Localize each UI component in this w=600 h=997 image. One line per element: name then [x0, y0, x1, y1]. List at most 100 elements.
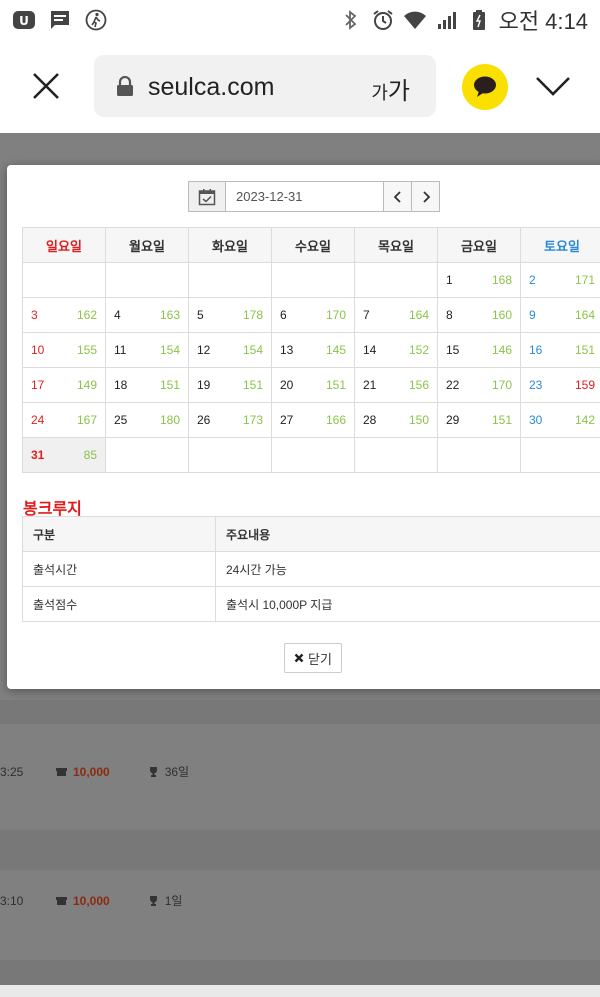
calendar-day[interactable]: 13 145 — [271, 332, 355, 368]
attendance-count: 163 — [159, 308, 180, 322]
lock-icon — [117, 75, 133, 96]
calendar-day[interactable]: 3 162 — [22, 297, 106, 333]
calendar-day[interactable]: 23 159 — [520, 367, 600, 403]
background-row: 3:10 10,000 1일 — [0, 893, 183, 909]
calendar-empty-cell — [188, 437, 272, 473]
kakao-talk-button[interactable] — [462, 64, 508, 110]
day-number: 24 — [31, 413, 45, 427]
address-bar[interactable]: seulca.com 가가 — [94, 55, 436, 117]
day-number: 13 — [280, 343, 294, 357]
attendance-count: 152 — [408, 343, 429, 357]
weekday-header: 일요일 — [22, 227, 106, 263]
gift-icon — [56, 897, 67, 905]
battery-icon — [467, 8, 491, 32]
attendance-count: 154 — [159, 343, 180, 357]
day-number: 8 — [446, 308, 453, 322]
calendar-day[interactable]: 2 171 — [520, 262, 600, 298]
calendar-day[interactable]: 21 156 — [354, 367, 438, 403]
calendar-empty-cell — [437, 437, 521, 473]
info-cell: 출석점수 — [22, 586, 216, 622]
attendance-count: 159 — [574, 378, 595, 392]
calendar-day[interactable]: 22 170 — [437, 367, 521, 403]
calendar-empty-cell — [22, 262, 106, 298]
attendance-count: 151 — [491, 413, 512, 427]
calendar-week: 31 85 — [22, 437, 600, 473]
calendar-day[interactable]: 27 166 — [271, 402, 355, 438]
font-size-button[interactable]: 가가 — [371, 71, 410, 106]
background-row: 3:25 10,000 36일 — [0, 764, 190, 780]
info-table: 구분 주요내용 출석시간 24시간 가능 출석점수 출석시 10,000P 지급 — [22, 516, 600, 622]
close-icon[interactable] — [28, 68, 64, 104]
day-number: 6 — [280, 308, 287, 322]
chevron-down-icon[interactable] — [534, 72, 572, 100]
weekday-header: 토요일 — [520, 227, 600, 263]
weekday-header: 목요일 — [354, 227, 438, 263]
calendar-day[interactable]: 11 154 — [105, 332, 189, 368]
calendar-day[interactable]: 30 142 — [520, 402, 600, 438]
calendar-week: 3 162 4 163 5 178 6 170 7 164 8 160 9 164 — [22, 297, 600, 333]
calendar-day[interactable]: 28 150 — [354, 402, 438, 438]
calendar-day[interactable]: 20 151 — [271, 367, 355, 403]
day-number: 18 — [114, 378, 128, 392]
calendar-day[interactable]: 8 160 — [437, 297, 521, 333]
day-number: 30 — [529, 413, 543, 427]
info-cell: 24시간 가능 — [215, 551, 600, 587]
trophy-icon — [149, 896, 157, 906]
calendar-day[interactable]: 18 151 — [105, 367, 189, 403]
calendar-empty-cell — [520, 437, 600, 473]
attendance-count: 162 — [76, 308, 97, 322]
close-button[interactable]: 닫기 — [284, 643, 342, 673]
calendar-day[interactable]: 5 178 — [188, 297, 272, 333]
calendar-empty-cell — [354, 437, 438, 473]
attendance-count: 164 — [408, 308, 429, 322]
close-icon — [294, 653, 304, 663]
attendance-calendar: 일요일 월요일 화요일 수요일 목요일 금요일 토요일 1 168 2 171 3 162… — [22, 227, 600, 473]
day-number: 7 — [363, 308, 370, 322]
gift-icon — [56, 768, 67, 776]
calendar-day[interactable]: 10 155 — [22, 332, 106, 368]
calendar-day[interactable]: 12 154 — [188, 332, 272, 368]
day-number: 4 — [114, 308, 121, 322]
browser-toolbar: seulca.com 가가 — [0, 40, 600, 133]
attendance-count: 146 — [491, 343, 512, 357]
calendar-day[interactable]: 6 170 — [271, 297, 355, 333]
attendance-count: 151 — [242, 378, 263, 392]
day-number: 26 — [197, 413, 211, 427]
calendar-day[interactable]: 9 164 — [520, 297, 600, 333]
day-number: 2 — [529, 273, 536, 287]
info-header: 주요내용 — [215, 516, 600, 552]
calendar-day[interactable]: 1 168 — [437, 262, 521, 298]
calendar-icon[interactable] — [188, 181, 226, 212]
day-number: 31 — [31, 448, 45, 462]
attendance-count: 170 — [325, 308, 346, 322]
status-bar: U 오전 4:14 — [0, 0, 600, 40]
calendar-day[interactable]: 17 149 — [22, 367, 106, 403]
calendar-day[interactable]: 26 173 — [188, 402, 272, 438]
calendar-day[interactable]: 14 152 — [354, 332, 438, 368]
day-number: 14 — [363, 343, 377, 357]
chat-bubble-icon — [474, 76, 496, 97]
calendar-day[interactable]: 7 164 — [354, 297, 438, 333]
next-month-button[interactable] — [412, 181, 440, 212]
attendance-count: 85 — [83, 448, 97, 462]
day-number: 16 — [529, 343, 543, 357]
attendance-count: 151 — [574, 343, 595, 357]
calendar-day[interactable]: 19 151 — [188, 367, 272, 403]
calendar-day[interactable]: 15 146 — [437, 332, 521, 368]
svg-text:U: U — [19, 14, 29, 28]
prev-month-button[interactable] — [384, 181, 412, 212]
url-text: seulca.com — [148, 73, 275, 101]
calendar-day[interactable]: 24 167 — [22, 402, 106, 438]
calendar-day[interactable]: 31 85 — [22, 437, 106, 473]
calendar-day[interactable]: 4 163 — [105, 297, 189, 333]
calendar-empty-cell — [271, 437, 355, 473]
date-input[interactable]: 2023-12-31 — [226, 181, 384, 212]
calendar-day[interactable]: 29 151 — [437, 402, 521, 438]
attendance-count: 151 — [325, 378, 346, 392]
day-number: 11 — [114, 343, 127, 357]
attendance-count: 155 — [76, 343, 97, 357]
attendance-count: 173 — [242, 413, 263, 427]
attendance-count: 151 — [159, 378, 180, 392]
calendar-day[interactable]: 16 151 — [520, 332, 600, 368]
calendar-day[interactable]: 25 180 — [105, 402, 189, 438]
